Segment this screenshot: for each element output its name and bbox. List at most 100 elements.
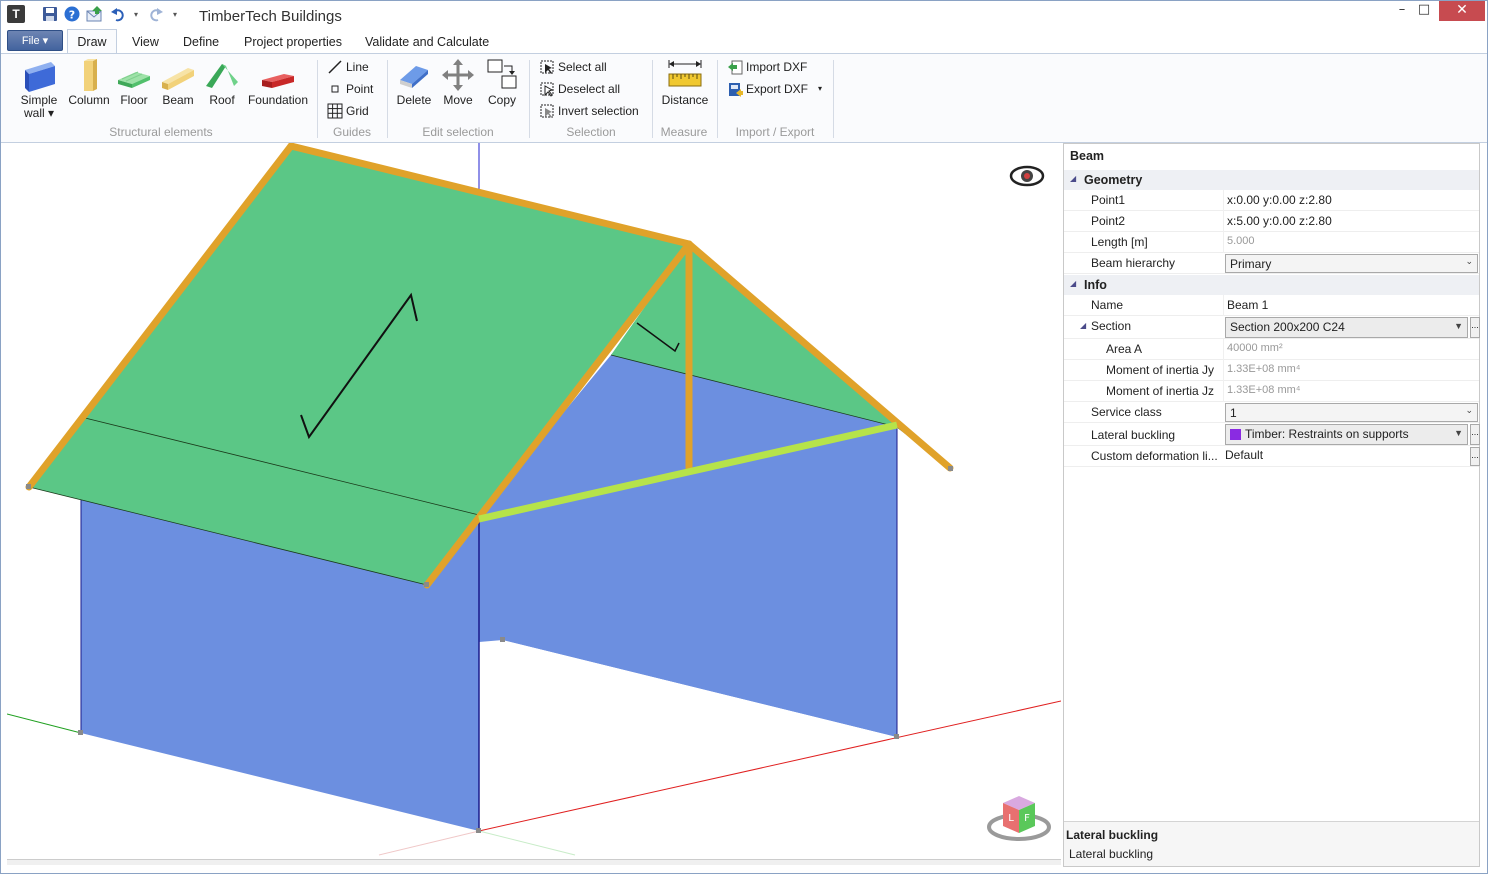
category-info[interactable]: ◢ Info (1064, 275, 1479, 295)
name-value[interactable]: Beam 1 (1227, 298, 1268, 312)
export-dxf-button[interactable]: Export DXF ▾ (727, 80, 822, 98)
beam-hierarchy-select[interactable]: Primary ⌄ (1225, 254, 1478, 273)
undo-dropdown-icon[interactable]: ▾ (131, 5, 141, 23)
mail-upload-icon[interactable] (85, 5, 105, 23)
prop-row-lateral-buckling: Lateral buckling Timber: Restraints on s… (1064, 423, 1480, 446)
prop-row-length: Length [m] 5.000 (1064, 232, 1479, 253)
group-measure: Measure (660, 125, 708, 139)
point-guide-button[interactable]: Point (327, 80, 373, 98)
ribbon-separator (833, 60, 834, 138)
ribbon-separator (387, 60, 388, 138)
invert-selection-button[interactable]: Invert selection (539, 102, 639, 120)
properties-title: Beam (1070, 149, 1105, 163)
grid-guide-button[interactable]: Grid (327, 102, 369, 120)
view-cube-icon[interactable]: L F (987, 796, 1051, 841)
distance-button[interactable]: Distance (657, 58, 713, 107)
prop-row-point2: Point2 x:5.00 y:0.00 z:2.80 (1064, 211, 1479, 232)
maximize-button[interactable]: □ (1409, 1, 1439, 21)
custom-deformation-browse-button[interactable]: ... (1470, 447, 1480, 466)
roof-button[interactable]: Roof (201, 58, 243, 107)
import-dxf-button[interactable]: Import DXF (727, 58, 807, 76)
custom-deformation-value[interactable]: Default (1225, 448, 1263, 462)
deselect-all-icon (539, 81, 555, 97)
redo-dropdown-icon[interactable]: ▾ (170, 5, 180, 23)
3d-viewport[interactable]: L F (7, 143, 1061, 861)
ruler-icon (668, 60, 702, 87)
dropdown-arrow-icon: ▼ (1454, 321, 1463, 331)
visibility-toggle-icon[interactable] (1009, 165, 1045, 187)
properties-panel: Beam ◢ Geometry Point1 x:0.00 y:0.00 z:2… (1063, 143, 1480, 867)
help-icon[interactable]: ? (63, 5, 81, 23)
window-title: TimberTech Buildings (199, 8, 342, 25)
ribbon-separator (717, 60, 718, 138)
prop-row-jz: Moment of inertia Jz 1.33E+08 mm⁴ (1064, 381, 1479, 402)
lateral-buckling-select[interactable]: Timber: Restraints on supports ▼ (1225, 424, 1468, 445)
redo-icon[interactable] (147, 5, 165, 23)
select-all-icon (539, 59, 555, 75)
undo-icon[interactable] (109, 5, 127, 23)
invert-selection-icon (539, 103, 555, 119)
x-axis (478, 700, 1061, 832)
ribbon: Simple wall ▾ Column Floor Beam Roof Fou… (1, 53, 1487, 143)
section-browse-button[interactable]: ... (1470, 317, 1480, 338)
svg-text:L: L (1008, 813, 1014, 824)
export-dropdown-icon[interactable]: ▾ (818, 80, 822, 98)
service-class-select[interactable]: 1 ⌄ (1225, 403, 1478, 422)
line-guide-button[interactable]: Line (327, 58, 369, 76)
point1-value[interactable]: x:0.00 y:0.00 z:2.80 (1227, 193, 1332, 207)
section-select[interactable]: Section 200x200 C24 ▼ (1225, 317, 1468, 338)
collapse-triangle-icon[interactable]: ◢ (1080, 321, 1086, 330)
prop-row-beam-hierarchy: Beam hierarchy Primary ⌄ (1064, 253, 1479, 274)
beam-icon (162, 68, 194, 90)
tab-view[interactable]: View (132, 33, 159, 53)
group-structural-elements: Structural elements (109, 125, 213, 139)
description-text: Lateral buckling (1069, 847, 1154, 861)
import-icon (727, 59, 743, 75)
jy-value: 1.33E+08 mm⁴ (1227, 363, 1301, 375)
delete-button[interactable]: Delete (393, 58, 435, 107)
file-menu-button[interactable]: File ▾ (7, 30, 63, 51)
floor-icon (118, 71, 150, 88)
group-guides: Guides (332, 125, 372, 139)
simple-wall-button[interactable]: Simple wall ▾ (15, 58, 63, 120)
save-icon[interactable] (41, 5, 59, 23)
app-icon[interactable]: T (7, 5, 25, 23)
line-icon (327, 59, 343, 75)
tab-define[interactable]: Define (183, 33, 219, 53)
tab-project-properties[interactable]: Project properties (244, 33, 342, 53)
svg-text:F: F (1024, 813, 1030, 824)
prop-row-custom-deformation: Custom deformation li... Default ... (1064, 446, 1480, 467)
prop-row-service-class: Service class 1 ⌄ (1064, 402, 1479, 423)
dropdown-arrow-icon: ▼ (1454, 428, 1463, 438)
category-geometry[interactable]: ◢ Geometry (1064, 170, 1479, 190)
tab-validate-calculate[interactable]: Validate and Calculate (365, 33, 489, 53)
group-import-export: Import / Export (735, 125, 815, 139)
foundation-button[interactable]: Foundation (245, 58, 311, 107)
viewport-scrollbar[interactable] (7, 859, 1061, 865)
tab-draw[interactable]: Draw (67, 29, 117, 53)
collapse-triangle-icon[interactable]: ◢ (1070, 279, 1076, 288)
close-button[interactable]: ✕ (1439, 1, 1485, 21)
move-button[interactable]: Move (437, 58, 479, 107)
grid-icon (327, 103, 343, 119)
floor-button[interactable]: Floor (113, 58, 155, 107)
group-selection: Selection (566, 125, 616, 139)
column-button[interactable]: Column (65, 58, 113, 107)
prop-row-area: Area A 40000 mm² (1064, 339, 1479, 360)
collapse-triangle-icon[interactable]: ◢ (1070, 174, 1076, 183)
prop-row-name: Name Beam 1 (1064, 295, 1479, 316)
copy-button[interactable]: Copy (481, 58, 523, 107)
prop-row-point1: Point1 x:0.00 y:0.00 z:2.80 (1064, 190, 1479, 211)
deselect-all-button[interactable]: Deselect all (539, 80, 620, 98)
beam-button[interactable]: Beam (157, 58, 199, 107)
point2-value[interactable]: x:5.00 y:0.00 z:2.80 (1227, 214, 1332, 228)
foundation-icon (262, 74, 294, 88)
select-all-button[interactable]: Select all (539, 58, 607, 76)
ribbon-separator (317, 60, 318, 138)
eraser-icon (400, 66, 428, 88)
lateral-buckling-browse-button[interactable]: ... (1470, 424, 1480, 445)
prop-row-jy: Moment of inertia Jy 1.33E+08 mm⁴ (1064, 360, 1479, 381)
point-icon (327, 81, 343, 97)
copy-icon (487, 59, 517, 89)
column-icon (84, 59, 97, 91)
